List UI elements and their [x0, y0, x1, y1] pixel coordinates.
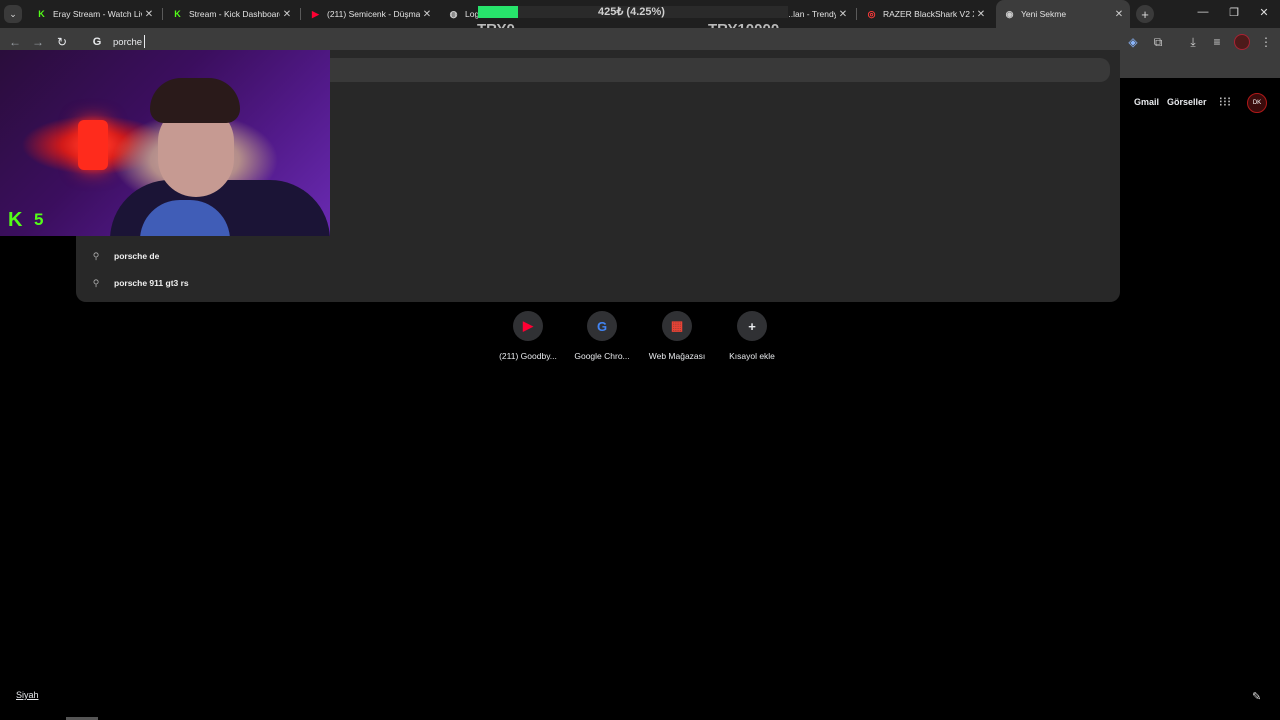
shortcut-youtube[interactable]: ▶ (211) Goodby... [488, 311, 568, 361]
shortcut-google-chrome[interactable]: G Google Chro... [562, 311, 642, 361]
forward-icon[interactable]: → [30, 34, 46, 50]
red-lamp [78, 120, 108, 170]
window-close-icon[interactable]: ✕ [1256, 6, 1272, 19]
donation-goal-text: 425₺ (4.25%) [598, 6, 665, 18]
chrome-icon: ◉ [1005, 8, 1014, 19]
plus-icon: + [1141, 6, 1149, 22]
suggestion-text: porsche 911 gt3 rs [114, 278, 189, 288]
tab-title: RAZER BlackShark V2 X Kulaklık [883, 9, 974, 19]
webcam-overlay [0, 50, 330, 236]
youtube-icon: ▶ [312, 8, 319, 19]
gmail-link[interactable]: Gmail [1134, 97, 1159, 107]
tab-title: (211) Semicenk - Düşman [327, 9, 420, 19]
close-icon[interactable]: ✕ [974, 9, 988, 20]
youtube-icon: ▶ [513, 311, 543, 341]
media-cast-icon[interactable]: ◈ [1125, 34, 1141, 50]
tab-separator [300, 8, 301, 20]
account-avatar[interactable]: DK [1247, 93, 1267, 113]
restore-icon[interactable]: ❐ [1226, 6, 1242, 19]
minimize-icon[interactable]: — [1195, 6, 1211, 18]
suggestion-item[interactable]: ⚲ porsche 911 gt3 rs [76, 270, 1120, 296]
chevron-down-icon: ⌄ [9, 8, 17, 19]
back-icon[interactable]: ← [7, 34, 23, 50]
download-icon[interactable]: ⤓ [1185, 34, 1201, 50]
tab-title: Log [465, 9, 478, 19]
google-icon: G [587, 311, 617, 341]
suggestion-item[interactable]: ⚲ porsche de [76, 243, 1120, 269]
tab-search-button[interactable]: ⌄ [4, 5, 22, 23]
close-icon[interactable]: ✕ [1112, 9, 1126, 20]
reading-list-icon[interactable]: ≡ [1209, 34, 1225, 50]
search-icon: ⚲ [92, 250, 100, 261]
shortcut-label: Kısayol ekle [729, 351, 775, 361]
extensions-icon[interactable]: ⧉ [1150, 34, 1166, 50]
apps-grid-icon[interactable]: ⁝⁝⁝ [1218, 95, 1232, 109]
close-icon[interactable]: ✕ [280, 9, 294, 20]
omnibox-input[interactable] [113, 35, 613, 49]
add-shortcut[interactable]: + Kısayol ekle [712, 311, 792, 361]
tab-title: Stream - Kick Dashboard [189, 9, 280, 19]
tab-trendyol[interactable]: ...lan - Trendyol ✕ [784, 0, 854, 28]
razer-icon: ◎ [867, 8, 876, 19]
tab-kick-dashboard[interactable]: K Stream - Kick Dashboard ✕ [164, 0, 298, 28]
suggestion-text: porsche de [114, 251, 160, 261]
shortcut-label: (211) Goodby... [499, 351, 557, 361]
menu-kebab-icon[interactable]: ⋮ [1258, 34, 1274, 50]
new-tab-button[interactable]: + [1136, 5, 1154, 23]
tab-semicenk[interactable]: ▶ (211) Semicenk - Düşman ✕ [302, 0, 438, 28]
close-icon[interactable]: ✕ [420, 9, 434, 20]
web-store-icon: ▦ [662, 311, 692, 341]
tab-title: Yeni Sekme [1021, 9, 1067, 19]
tab-razer[interactable]: ◎ RAZER BlackShark V2 X Kulaklık ✕ [858, 0, 992, 28]
plus-icon: + [737, 311, 767, 341]
streamer-hair [150, 78, 240, 123]
bookmark-bar [1120, 56, 1280, 78]
shortcut-label: Google Chro... [574, 351, 630, 361]
suggestion-highlight-row[interactable] [330, 58, 1110, 82]
profile-avatar[interactable] [1234, 34, 1250, 50]
theme-link[interactable]: Siyah [16, 690, 39, 700]
close-icon[interactable]: ✕ [836, 9, 850, 20]
tab-separator [856, 8, 857, 20]
images-link[interactable]: Görseller [1167, 97, 1207, 107]
tab-eray-stream[interactable]: K Eray Stream - Watch Live on Kick ✕ [28, 0, 160, 28]
reload-icon[interactable]: ↻ [54, 34, 70, 50]
tab-new-tab[interactable]: ◉ Yeni Sekme ✕ [996, 0, 1130, 28]
search-icon: ⚲ [92, 277, 100, 288]
shortcut-label: Web Mağazası [648, 351, 706, 361]
text-caret [144, 35, 145, 48]
shortcut-web-store[interactable]: ▦ Web Mağazası [637, 311, 717, 361]
tab-log[interactable]: ◍ Log [440, 0, 478, 28]
tab-title: ...lan - Trendyol [786, 9, 836, 19]
pencil-edit-icon[interactable]: ✎ [1252, 690, 1261, 703]
kick-logo-icon: K [8, 209, 23, 231]
viewer-count: 5 [34, 210, 44, 229]
close-icon[interactable]: ✕ [142, 9, 156, 20]
tab-title: Eray Stream - Watch Live on Kick [53, 9, 142, 19]
donation-goal-fill [478, 6, 518, 18]
globe-icon: ◍ [449, 8, 458, 19]
google-g-icon: G [92, 36, 102, 48]
tab-separator [162, 8, 163, 20]
kick-icon: K [174, 9, 181, 19]
kick-icon: K [38, 9, 45, 19]
